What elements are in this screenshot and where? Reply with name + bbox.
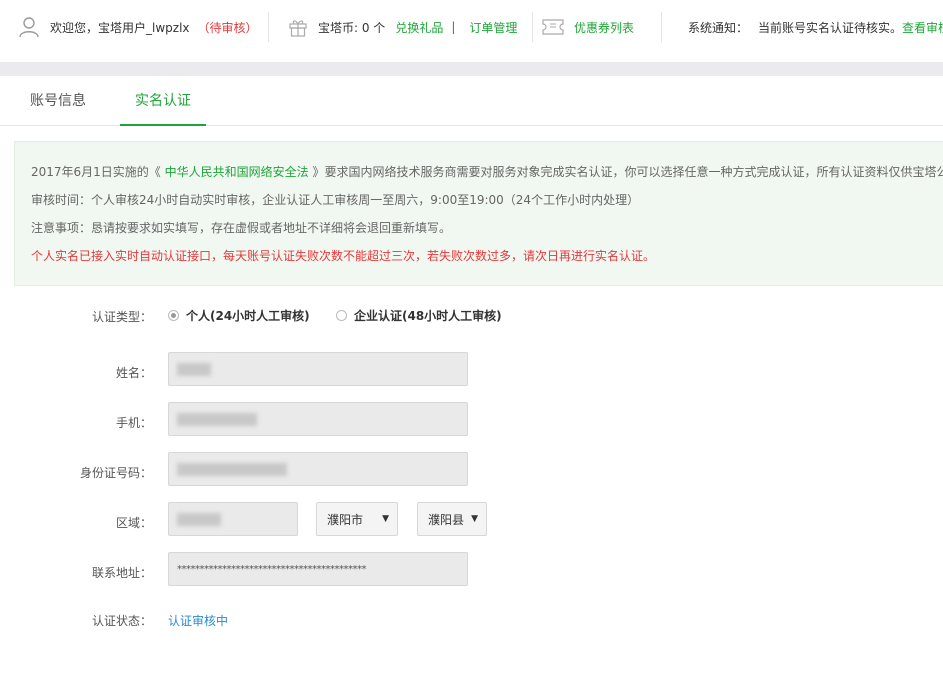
notice-law-suffix: 》要求国内网络技术服务商需要对服务对象完成实名认证，你可以选择任意一种方式完成认…	[308, 165, 943, 179]
redacted-value	[177, 362, 211, 376]
region-label: 区域：	[115, 516, 152, 530]
coins-section: 宝塔币: 0 个 兑换礼品 | 订单管理	[288, 0, 517, 54]
welcome-section: 欢迎您，宝塔用户_lwpzlx （待审核）	[18, 0, 258, 54]
redacted-value	[177, 462, 287, 476]
divider	[661, 12, 662, 42]
address-value: ****************************************…	[177, 563, 367, 575]
divider	[532, 12, 533, 42]
coupon-section: 优惠券列表	[542, 0, 634, 54]
pending-badge[interactable]: （待审核）	[198, 19, 258, 36]
user-icon	[19, 17, 39, 38]
notice-line-warning: 个人实名已接入实时自动认证接口，每天账号认证失败次数不能超过三次，若失败次数过多…	[31, 249, 656, 263]
radio-enterprise-label: 企业认证(48小时人工审核)	[354, 309, 502, 323]
cybersecurity-law-link[interactable]: 中华人民共和国网络安全法	[165, 165, 309, 179]
notice-line-law: 2017年6月1日实施的《 中华人民共和国网络安全法 》要求国内网络技术服务商需…	[31, 163, 943, 180]
link-separator: |	[451, 20, 456, 34]
top-bar: 欢迎您，宝塔用户_lwpzlx （待审核） 宝塔币: 0 个 兑换礼品 | 订单…	[0, 0, 943, 54]
county-select-value: 濮阳县	[428, 512, 465, 527]
divider	[268, 12, 269, 42]
phone-field[interactable]	[168, 402, 468, 436]
notice-law-prefix: 2017年6月1日实施的《	[31, 165, 165, 179]
notice-text: 当前账号实名认证待核实。	[758, 20, 903, 35]
auth-status-label: 认证状态：	[91, 614, 152, 628]
exchange-gift-link[interactable]: 兑换礼品	[395, 19, 443, 36]
header-divider-band	[0, 62, 943, 76]
notice-label: 系统通知：	[688, 20, 749, 35]
welcome-text: 欢迎您，宝塔用户_lwpzlx	[50, 20, 190, 35]
radio-indicator[interactable]	[336, 310, 347, 321]
address-label: 联系地址：	[91, 566, 152, 580]
system-notice: 系统通知： 当前账号实名认证待核实。 查看审核	[688, 0, 943, 54]
coins-balance: 宝塔币: 0 个	[318, 20, 386, 35]
name-label: 姓名：	[115, 366, 152, 380]
id-number-field[interactable]	[168, 452, 468, 486]
radio-personal[interactable]: 个人(24小时人工审核)	[168, 307, 310, 324]
order-manage-link[interactable]: 订单管理	[469, 19, 517, 36]
coupon-list-link[interactable]: 优惠券列表	[574, 19, 634, 36]
radio-enterprise[interactable]: 企业认证(48小时人工审核)	[336, 307, 502, 324]
county-select[interactable]: 濮阳县 ▼	[417, 502, 487, 536]
notice-line-attention: 注意事项：恳请按要求如实填写，存在虚假或者地址不详细将会退回重新填写。	[31, 221, 452, 235]
radio-indicator[interactable]	[168, 310, 179, 321]
city-select[interactable]: 濮阳市 ▼	[316, 502, 398, 536]
tab-bar: 账号信息 实名认证	[0, 76, 943, 126]
auth-notice-box: 2017年6月1日实施的《 中华人民共和国网络安全法 》要求国内网络技术服务商需…	[14, 141, 943, 286]
address-field[interactable]: ****************************************…	[168, 552, 468, 586]
id-number-label: 身份证号码：	[79, 466, 152, 480]
radio-personal-label: 个人(24小时人工审核)	[186, 309, 310, 323]
chevron-down-icon: ▼	[382, 514, 389, 524]
province-select[interactable]	[168, 502, 298, 536]
redacted-value	[177, 512, 221, 526]
redacted-value	[177, 412, 257, 426]
notice-line-review-time: 审核时间：个人审核24小时自动实时审核，企业认证人工审核周一至周六，9:00至1…	[31, 193, 640, 207]
coupon-icon	[542, 19, 564, 35]
phone-label: 手机：	[115, 416, 152, 430]
gift-icon	[289, 20, 307, 37]
city-select-value: 濮阳市	[327, 512, 364, 527]
auth-status-value: 认证审核中	[168, 614, 229, 628]
view-review-link[interactable]: 查看审核	[902, 19, 943, 36]
tab-account-info[interactable]: 账号信息	[14, 76, 102, 126]
name-field[interactable]	[168, 352, 468, 386]
chevron-down-icon: ▼	[471, 514, 478, 524]
tab-real-name-auth[interactable]: 实名认证	[120, 76, 206, 126]
auth-type-label: 认证类型：	[91, 310, 152, 324]
